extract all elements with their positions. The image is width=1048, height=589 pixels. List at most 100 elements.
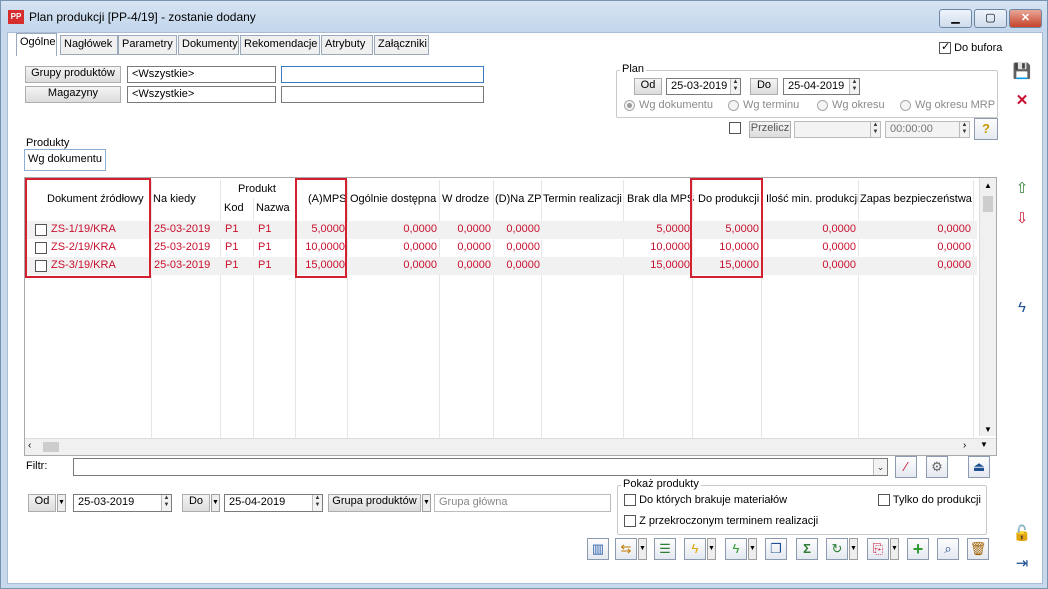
tylko-do-produkcji-checkbox[interactable]: Tylko do produkcji <box>878 494 981 507</box>
radio-wg-terminu[interactable]: Wg terminu <box>728 99 799 111</box>
import-icon[interactable]: ⇆ <box>615 538 637 560</box>
generate-green-dropdown-icon[interactable]: ▼ <box>748 538 757 560</box>
col-header-nazwa[interactable]: Nazwa <box>256 202 290 214</box>
import-dropdown-icon[interactable]: ▼ <box>638 538 647 560</box>
bottom-od-spinner-icon[interactable]: ▲ ▼ <box>161 495 171 511</box>
col-header-termin[interactable]: Termin realizacji <box>543 193 622 205</box>
radio-wg-okresu-mrp[interactable]: Wg okresu MRP <box>900 99 995 111</box>
export-down-icon[interactable]: ⇩ <box>1011 208 1033 230</box>
do-bufora-checkbox[interactable]: Do bufora <box>939 40 1002 55</box>
magazyny-field[interactable]: <Wszystkie> <box>127 86 276 103</box>
col-header-ogolnie[interactable]: Ogólnie dostępna <box>350 193 436 205</box>
maximize-button[interactable]: ▢ <box>974 9 1007 28</box>
tab-rekomendacje[interactable]: Rekomendacje <box>240 35 320 55</box>
plan-od-date[interactable]: 25-03-2019 ▲ ▼ <box>666 78 741 95</box>
horizontal-scrollbar[interactable]: ‹ › ▼ <box>25 438 996 455</box>
przelicz-date-spinner-icon[interactable]: ▲ ▼ <box>870 122 880 137</box>
radio-wg-okresu[interactable]: Wg okresu <box>817 99 885 111</box>
bottom-od-dropdown-icon[interactable]: ▼ <box>57 494 66 512</box>
grupa-produktow-field[interactable]: Grupa główna <box>434 494 611 512</box>
scroll-right-icon[interactable]: › <box>963 440 966 451</box>
document-icon[interactable]: ❐ <box>765 538 787 560</box>
col-header-ilosc-min[interactable]: Ilość min. produkcji <box>766 193 860 205</box>
scroll-left-icon[interactable]: ‹ <box>28 440 31 451</box>
magazyny-search-input[interactable] <box>281 86 484 103</box>
grupy-produktow-search-input[interactable] <box>281 66 484 83</box>
grupa-produktow-button[interactable]: Grupa produktów <box>328 494 421 512</box>
przelicz-time-spinner-icon[interactable]: ▲ ▼ <box>959 122 969 137</box>
scroll-down-icon[interactable]: ▼ <box>980 425 996 434</box>
grupy-produktow-field[interactable]: <Wszystkie> <box>127 66 276 83</box>
przelicz-date-field[interactable]: ▲ ▼ <box>794 121 881 138</box>
copy-dropdown-icon[interactable]: ▼ <box>890 538 899 560</box>
filtr-input[interactable]: ⌄ <box>73 458 888 476</box>
filter-apply-icon[interactable]: ⏏ <box>968 456 990 478</box>
subtab-wg-dokumentu[interactable]: Wg dokumentu <box>24 149 106 171</box>
cancel-icon[interactable]: ✕ <box>1011 90 1033 112</box>
copy-icon[interactable]: ⎘ <box>867 538 889 560</box>
table-row[interactable]: ZS-1/19/KRA 25-03-2019 P1 P1 5,0000 0,00… <box>27 221 977 239</box>
help-icon[interactable]: ? <box>974 118 998 140</box>
generate-green-icon[interactable]: ϟ <box>725 538 747 560</box>
col-header-na-kiedy[interactable]: Na kiedy <box>153 193 196 205</box>
tab-naglowek[interactable]: Nagłówek <box>60 35 118 55</box>
plan-do-spinner-icon[interactable]: ▲ ▼ <box>849 79 859 94</box>
bottom-do-spinner-icon[interactable]: ▲ ▼ <box>312 495 322 511</box>
refresh-icon[interactable]: ↻ <box>826 538 848 560</box>
table-row[interactable]: ZS-2/19/KRA 25-03-2019 P1 P1 10,0000 0,0… <box>27 239 977 257</box>
tab-dokumenty[interactable]: Dokumenty <box>178 35 239 55</box>
col-header-kod[interactable]: Kod <box>224 202 244 214</box>
table-row[interactable]: ZS-3/19/KRA 25-03-2019 P1 P1 15,0000 0,0… <box>27 257 977 275</box>
tab-zalaczniki[interactable]: Załączniki <box>374 35 429 55</box>
bottom-do-button[interactable]: Do <box>182 494 210 512</box>
scroll-h-thumb[interactable] <box>43 442 59 452</box>
tab-atrybuty[interactable]: Atrybuty <box>321 35 373 55</box>
tab-parametry[interactable]: Parametry <box>118 35 177 55</box>
plan-do-date[interactable]: 25-04-2019 ▲ ▼ <box>783 78 860 95</box>
przelicz-checkbox[interactable] <box>729 122 741 134</box>
bottom-od-button[interactable]: Od <box>28 494 56 512</box>
grupa-produktow-dropdown-icon[interactable]: ▼ <box>422 494 431 512</box>
col-header-zapas[interactable]: Zapas bezpieczeństwa <box>860 193 972 205</box>
przekroczony-termin-check[interactable] <box>624 515 636 528</box>
przekroczony-termin-checkbox[interactable]: Z przekroczonym terminem realizacji <box>624 515 818 528</box>
magazyny-button[interactable]: Magazyny <box>25 86 121 103</box>
plan-od-button[interactable]: Od <box>634 78 662 95</box>
filtr-dropdown-icon[interactable]: ⌄ <box>873 459 887 475</box>
delete-icon[interactable]: 🗑 <box>967 538 989 560</box>
pin-icon[interactable]: ⇥ <box>1011 553 1033 575</box>
close-button[interactable]: ✕ <box>1009 9 1042 28</box>
col-header-w-drodze[interactable]: W drodze <box>442 193 489 205</box>
scroll-corner-down-icon[interactable]: ▼ <box>980 440 988 449</box>
col-header-na-zp[interactable]: (D)Na ZP <box>495 193 541 205</box>
brakuje-materialow-check[interactable] <box>624 494 636 507</box>
plan-do-button[interactable]: Do <box>750 78 778 95</box>
minimize-button[interactable]: ▁ <box>939 9 972 28</box>
refresh-dropdown-icon[interactable]: ▼ <box>849 538 858 560</box>
export-up-icon[interactable]: ⇧ <box>1011 178 1033 200</box>
col-header-brak[interactable]: Brak dla MPS <box>627 193 694 205</box>
sum-icon[interactable]: Σ <box>796 538 818 560</box>
chart-icon[interactable]: ▥ <box>587 538 609 560</box>
brakuje-materialow-checkbox[interactable]: Do których brakuje materiałów <box>624 494 787 507</box>
filter-settings-icon[interactable]: ⚙ <box>926 456 948 478</box>
generate-yellow-icon[interactable]: ϟ <box>684 538 706 560</box>
scroll-thumb[interactable] <box>983 196 993 212</box>
przelicz-time-field[interactable]: 00:00:00 ▲ ▼ <box>885 121 970 138</box>
add-icon[interactable]: + <box>907 538 929 560</box>
generate-yellow-dropdown-icon[interactable]: ▼ <box>707 538 716 560</box>
tab-ogolne[interactable]: Ogólne <box>16 33 57 56</box>
bottom-do-date[interactable]: 25-04-2019 ▲ ▼ <box>224 494 323 512</box>
bottom-do-dropdown-icon[interactable]: ▼ <box>211 494 220 512</box>
plan-od-spinner-icon[interactable]: ▲ ▼ <box>730 79 740 94</box>
bottom-od-date[interactable]: 25-03-2019 ▲ ▼ <box>73 494 172 512</box>
list-icon[interactable]: ☰ <box>654 538 676 560</box>
search-icon[interactable]: ⌕ <box>937 538 959 560</box>
tylko-do-produkcji-check[interactable] <box>878 494 890 507</box>
przelicz-button[interactable]: Przelicz <box>749 121 791 138</box>
clear-filter-icon[interactable]: ⁄ <box>895 456 917 478</box>
lightning-icon[interactable]: ϟ <box>1011 297 1033 319</box>
save-icon[interactable]: 💾 <box>1011 61 1033 83</box>
lock-icon[interactable]: 🔓 <box>1011 523 1033 545</box>
do-bufora-check[interactable] <box>939 40 951 55</box>
